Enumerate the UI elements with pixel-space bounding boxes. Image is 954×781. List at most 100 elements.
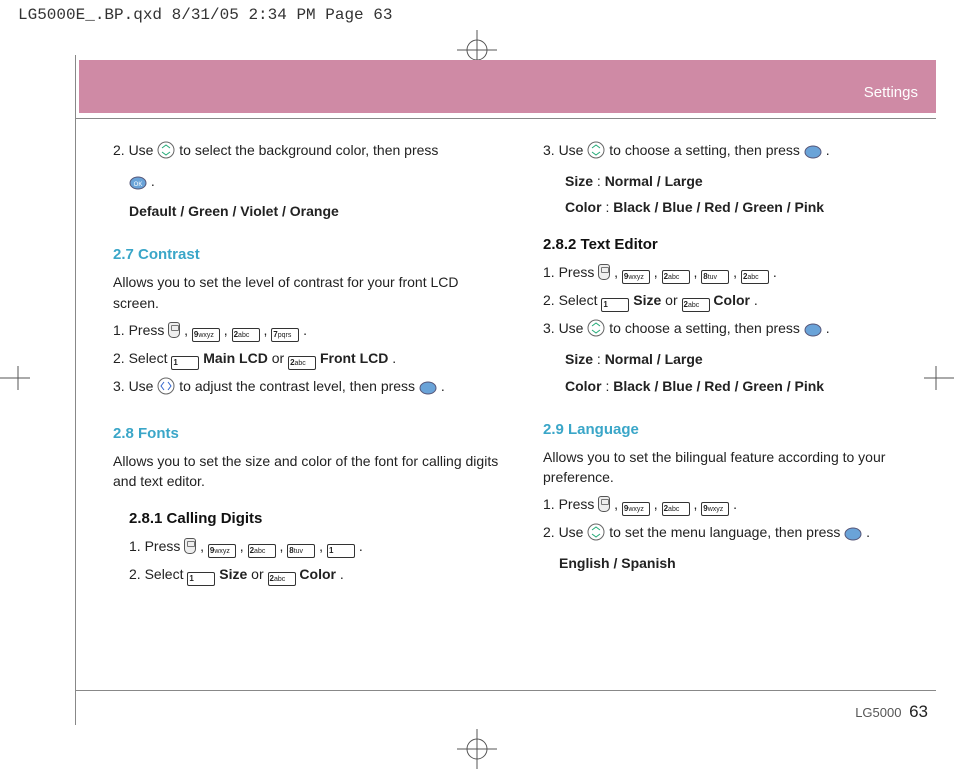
text: , [690,264,702,280]
ok-button-icon [804,144,822,165]
text: 1. Press [113,322,168,338]
footer-model: LG5000 [855,705,901,720]
text: . [388,350,396,366]
text: 3. Use [113,378,157,394]
keypad-2-icon: 2abc [288,356,316,370]
section-title: Settings [864,84,918,101]
step-text: 1. Press , 9wxyz , 2abc , 8tuv , 1 . [113,536,501,558]
text: , [220,322,232,338]
crop-mark-left [0,358,30,398]
text: to choose a setting, then press [609,142,804,158]
text: , [610,496,622,512]
ok-button-icon [804,322,822,343]
text: . [862,524,870,540]
text: Color [299,566,336,582]
text: to choose a setting, then press [609,320,804,336]
step-text: 2. Use to set the menu language, then pr… [543,522,931,547]
page-footer: LG5000 63 [855,702,928,722]
keypad-2-icon: 2abc [682,298,710,312]
paragraph: Allows you to set the size and color of … [113,451,501,492]
text: or [251,566,267,582]
content-columns: 2. Use to select the background color, t… [113,134,931,684]
text: . [822,142,830,158]
keypad-9-icon: 9wxyz [622,502,650,516]
keypad-9-icon: 9wxyz [622,270,650,284]
text: 2. Select [543,292,601,308]
options-text: Size : Normal / Large [543,349,931,370]
step-text: 2. Select 1 Main LCD or 2abc Front LCD . [113,348,501,370]
text: 2. Use [543,524,587,540]
text: , [236,538,248,554]
text: . [437,378,445,394]
text: 2. Select [113,350,171,366]
page-number: 63 [909,702,928,721]
keypad-2-icon: 2abc [268,572,296,586]
text: 1. Press [129,538,184,554]
keypad-9-icon: 9wxyz [701,502,729,516]
header-bar [79,60,936,113]
text: Size [219,566,247,582]
keypad-8-icon: 8tuv [701,270,729,284]
text: . [151,173,155,189]
text: , [276,538,288,554]
keypad-2-icon: 2abc [248,544,276,558]
keypad-2-icon: 2abc [662,502,690,516]
heading-2-9: 2.9 Language [543,419,931,441]
nav-updown-icon [587,319,605,343]
text: Main LCD [203,350,268,366]
text: Size [633,292,661,308]
text: , [650,496,662,512]
text: . [355,538,363,554]
text: , [690,496,702,512]
keypad-9-icon: 9wxyz [192,328,220,342]
options-text: Color : Black / Blue / Red / Green / Pin… [543,376,931,397]
paragraph: Allows you to set the bilingual feature … [543,447,931,488]
options-text: Color : Black / Blue / Red / Green / Pin… [543,197,931,218]
text: 2. Use [113,142,157,158]
text: , [610,264,622,280]
step-text: OK . [113,171,501,196]
step-text: 3. Use to adjust the contrast level, the… [113,376,501,401]
text: or [272,350,288,366]
text: , [729,264,741,280]
options-text: Size : Normal / Large [543,171,931,192]
text: Color [713,292,750,308]
text: to adjust the contrast level, then press [179,378,419,394]
nav-updown-icon [157,141,175,165]
text: 3. Use [543,142,587,158]
column-right: 3. Use to choose a setting, then press .… [543,134,931,684]
step-text: 2. Select 1 Size or 2abc Color . [113,564,501,586]
keypad-8-icon: 8tuv [287,544,315,558]
nav-leftright-icon [157,377,175,401]
keypad-2-icon: 2abc [662,270,690,284]
menu-key-icon [184,538,196,554]
text: . [769,264,777,280]
nav-updown-icon [587,141,605,165]
menu-key-icon [168,322,180,338]
crop-mark-bottom [457,729,497,769]
text: . [822,320,830,336]
options-text: English / Spanish [543,553,931,574]
text: , [180,322,192,338]
text: . [729,496,737,512]
text: . [336,566,344,582]
ok-button-icon [419,380,437,401]
keypad-2-icon: 2abc [232,328,260,342]
text: Front LCD [320,350,388,366]
content-top-rule [75,118,936,119]
step-text: 1. Press , 9wxyz , 2abc , 8tuv , 2abc . [543,262,931,284]
keypad-9-icon: 9wxyz [208,544,236,558]
text: to set the menu language, then press [609,524,844,540]
heading-2-7: 2.7 Contrast [113,244,501,266]
text: , [196,538,208,554]
paragraph: Allows you to set the level of contrast … [113,272,501,313]
keypad-1-icon: 1 [187,572,215,586]
options-text: Default / Green / Violet / Orange [113,201,501,222]
ok-button-icon: OK [129,175,147,196]
step-text: 2. Use to select the background color, t… [113,140,501,165]
heading-2-8: 2.8 Fonts [113,423,501,445]
text: , [650,264,662,280]
text: 3. Use [543,320,587,336]
keypad-1-icon: 1 [327,544,355,558]
text: or [665,292,681,308]
